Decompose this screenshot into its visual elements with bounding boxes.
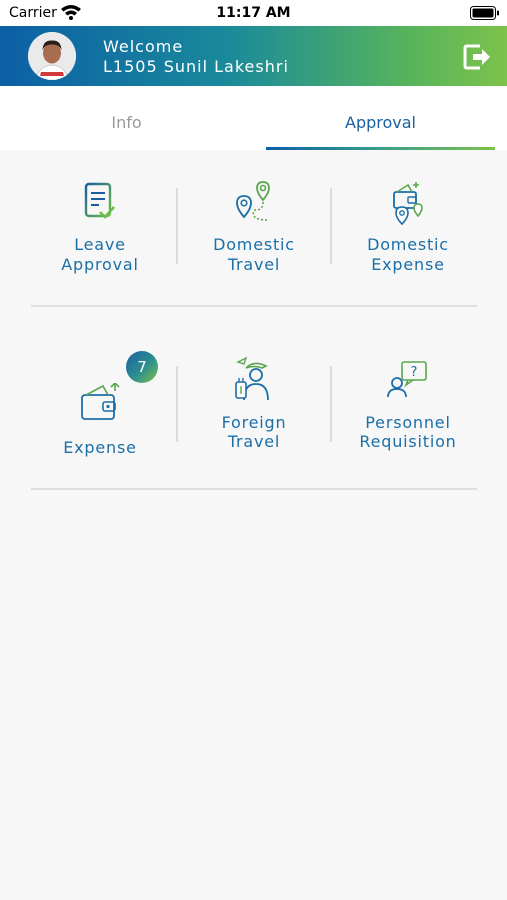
- welcome-label: Welcome: [103, 37, 184, 56]
- battery-icon: [470, 6, 499, 20]
- tile-label-line1: Domestic: [367, 235, 449, 254]
- tile-leave-approval[interactable]: Leave Approval: [25, 176, 175, 296]
- tile-domestic-travel[interactable]: Domestic Travel: [179, 176, 329, 296]
- personnel-requisition-icon: ?: [387, 361, 427, 398]
- tile-label-line2: Requisition: [359, 432, 457, 451]
- tab-approval[interactable]: Approval: [266, 86, 495, 150]
- tile-label-line1: Personnel: [365, 413, 451, 432]
- tile-divider: [176, 366, 178, 442]
- tile-label-line2: Travel: [227, 432, 281, 451]
- svg-text:?: ?: [411, 365, 418, 380]
- tile-domestic-expense[interactable]: Domestic Expense: [333, 176, 483, 296]
- tile-label-line1: Foreign: [221, 413, 287, 432]
- tab-info[interactable]: Info: [0, 86, 253, 150]
- tile-foreign-travel[interactable]: Foreign Travel: [179, 354, 329, 474]
- active-tab-indicator: [266, 147, 495, 150]
- tile-divider: [176, 188, 178, 264]
- leave-approval-icon: [84, 182, 115, 219]
- avatar: [28, 32, 76, 80]
- domestic-expense-icon: [393, 182, 423, 226]
- row-divider: [31, 305, 477, 307]
- tab-bar: Info Approval: [0, 86, 507, 150]
- status-time: 11:17 AM: [216, 5, 291, 21]
- status-bar: Carrier 11:17 AM: [0, 0, 507, 26]
- tile-divider: [330, 366, 332, 442]
- avatar-photo: [28, 32, 76, 80]
- tile-personnel-requisition[interactable]: ? Personnel Requisition: [333, 354, 483, 474]
- user-name: L1505 Sunil Lakeshri: [103, 57, 289, 76]
- tile-label-line2: Expense: [371, 255, 445, 274]
- expense-wallet-icon: [81, 383, 120, 420]
- row-divider: [31, 488, 477, 490]
- domestic-travel-icon: [236, 181, 270, 221]
- foreign-travel-icon: [235, 356, 269, 401]
- tile-label-line1: Expense: [63, 438, 137, 457]
- app-header: Welcome L1505 Sunil Lakeshri: [0, 26, 507, 86]
- logout-icon[interactable]: [462, 43, 492, 71]
- tile-label-line1: Domestic: [213, 235, 295, 254]
- tile-label-line2: Travel: [227, 255, 281, 274]
- expense-count-badge: 7: [126, 351, 158, 383]
- tile-label-line1: Leave: [74, 235, 126, 254]
- tile-divider: [330, 188, 332, 264]
- tile-expense[interactable]: Expense: [25, 380, 175, 500]
- tile-label-line2: Approval: [61, 255, 139, 274]
